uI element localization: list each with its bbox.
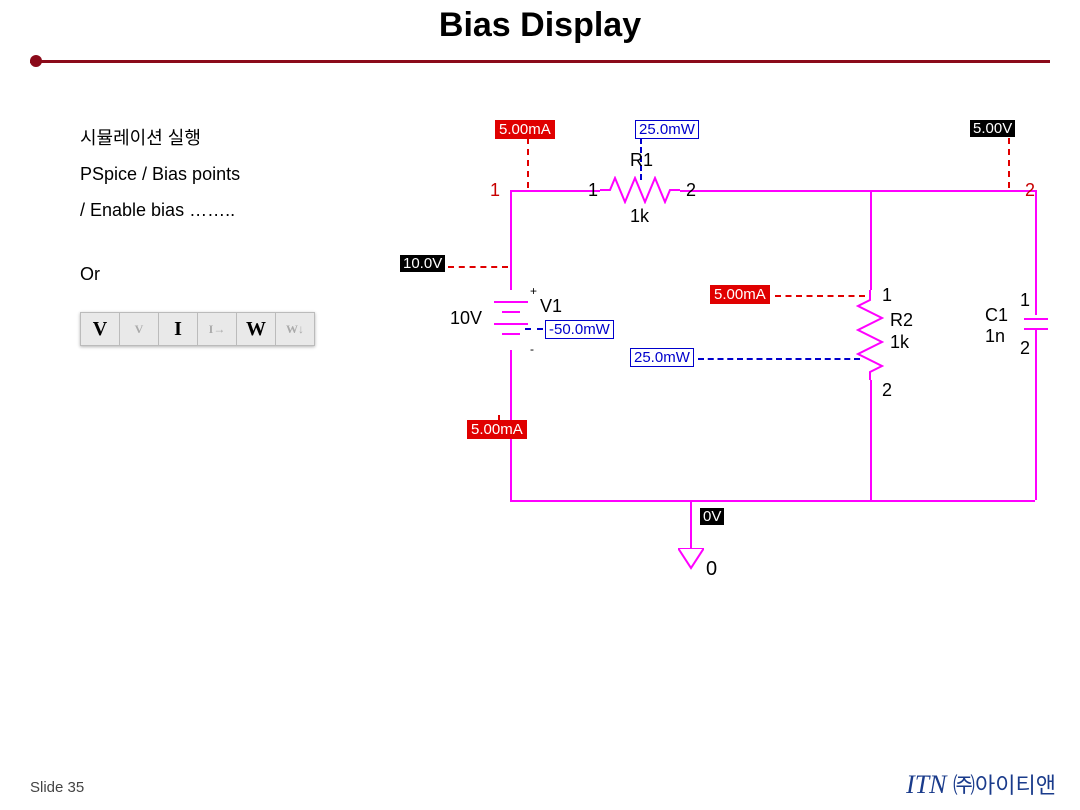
company-logo: ITN ㈜아이티앤	[906, 768, 1056, 800]
instruction-or-label: Or	[80, 256, 315, 292]
wire	[510, 190, 600, 192]
probe-power-r2: 25.0mW	[630, 348, 694, 367]
polarity-plus: +	[530, 284, 537, 298]
probe-current-bottom: 5.00mA	[467, 420, 527, 439]
c1-name-label: C1	[985, 305, 1008, 326]
node-label: 1	[1020, 290, 1030, 311]
toolbar-current-button[interactable]: I	[159, 313, 198, 345]
node-label: 1	[882, 285, 892, 306]
r2-name-label: R2	[890, 310, 913, 331]
resistor-r2	[856, 290, 884, 380]
probe-lead	[498, 415, 510, 425]
slide-title: Bias Display	[0, 0, 1080, 45]
node-label: 2	[1020, 338, 1030, 359]
node-label: 2	[686, 180, 696, 201]
voltage-source-v1	[494, 290, 528, 350]
wire	[1035, 330, 1037, 500]
capacitor-c1	[1024, 315, 1048, 335]
probe-current-top: 5.00mA	[495, 120, 555, 139]
wire	[690, 500, 692, 548]
probe-lead	[448, 266, 508, 268]
presentation-slide: Bias Display 시뮬레이션 실행 PSpice / Bias poin…	[0, 0, 1080, 810]
node-label: 0	[706, 558, 717, 581]
probe-lead	[698, 358, 860, 360]
toolbar-current-sub-button[interactable]: I→	[198, 313, 237, 345]
polarity-minus: -	[530, 342, 534, 356]
probe-power-r1: 25.0mW	[635, 120, 699, 139]
probe-lead	[525, 328, 543, 330]
toolbar-voltage-button[interactable]: V	[81, 313, 120, 345]
wire	[870, 190, 872, 290]
v1-value-label: 10V	[450, 308, 482, 329]
wire	[870, 380, 872, 500]
slide-number: Slide 35	[30, 779, 84, 796]
instruction-block: 시뮬레이션 실행 PSpice / Bias points / Enable b…	[80, 120, 315, 346]
probe-current-r2: 5.00mA	[710, 285, 770, 304]
probe-power-v1: -50.0mW	[545, 320, 614, 339]
logo-en: ITN	[906, 770, 953, 799]
node-label: 1	[490, 180, 500, 201]
probe-lead	[527, 138, 529, 188]
wire	[510, 190, 512, 290]
instruction-line-2: PSpice / Bias points	[80, 156, 315, 192]
probe-lead	[1008, 138, 1010, 188]
r2-value-label: 1k	[890, 332, 909, 353]
wire	[1035, 190, 1037, 315]
resistor-r1	[600, 176, 680, 204]
node-label: 2	[882, 380, 892, 401]
wire	[680, 190, 1035, 192]
probe-voltage-right: 5.00V	[970, 120, 1015, 137]
instruction-line-1: 시뮬레이션 실행	[80, 120, 315, 156]
probe-voltage-bottom: 0V	[700, 508, 724, 525]
horizontal-rule	[30, 60, 1050, 63]
toolbar-power-button[interactable]: W	[237, 313, 276, 345]
ground-symbol	[678, 548, 704, 570]
probe-voltage-left: 10.0V	[400, 255, 445, 272]
wire	[510, 500, 1035, 502]
r1-name-label: R1	[630, 150, 653, 171]
instruction-line-3: / Enable bias ……..	[80, 192, 315, 228]
node-label: 1	[588, 180, 598, 201]
v1-name-label: V1	[540, 296, 562, 317]
node-label: 2	[1025, 180, 1035, 201]
bias-toolbar: V V I I→ W W↓	[80, 312, 315, 346]
toolbar-voltage-sub-button[interactable]: V	[120, 313, 159, 345]
circuit-diagram: 5.00mA 25.0mW 5.00V 10.0V -50.0mW 5.00mA…	[390, 120, 1045, 590]
logo-kr: ㈜아이티앤	[953, 773, 1056, 798]
toolbar-power-sub-button[interactable]: W↓	[276, 313, 314, 345]
r1-value-label: 1k	[630, 206, 649, 227]
probe-lead	[775, 295, 865, 297]
c1-value-label: 1n	[985, 326, 1005, 347]
